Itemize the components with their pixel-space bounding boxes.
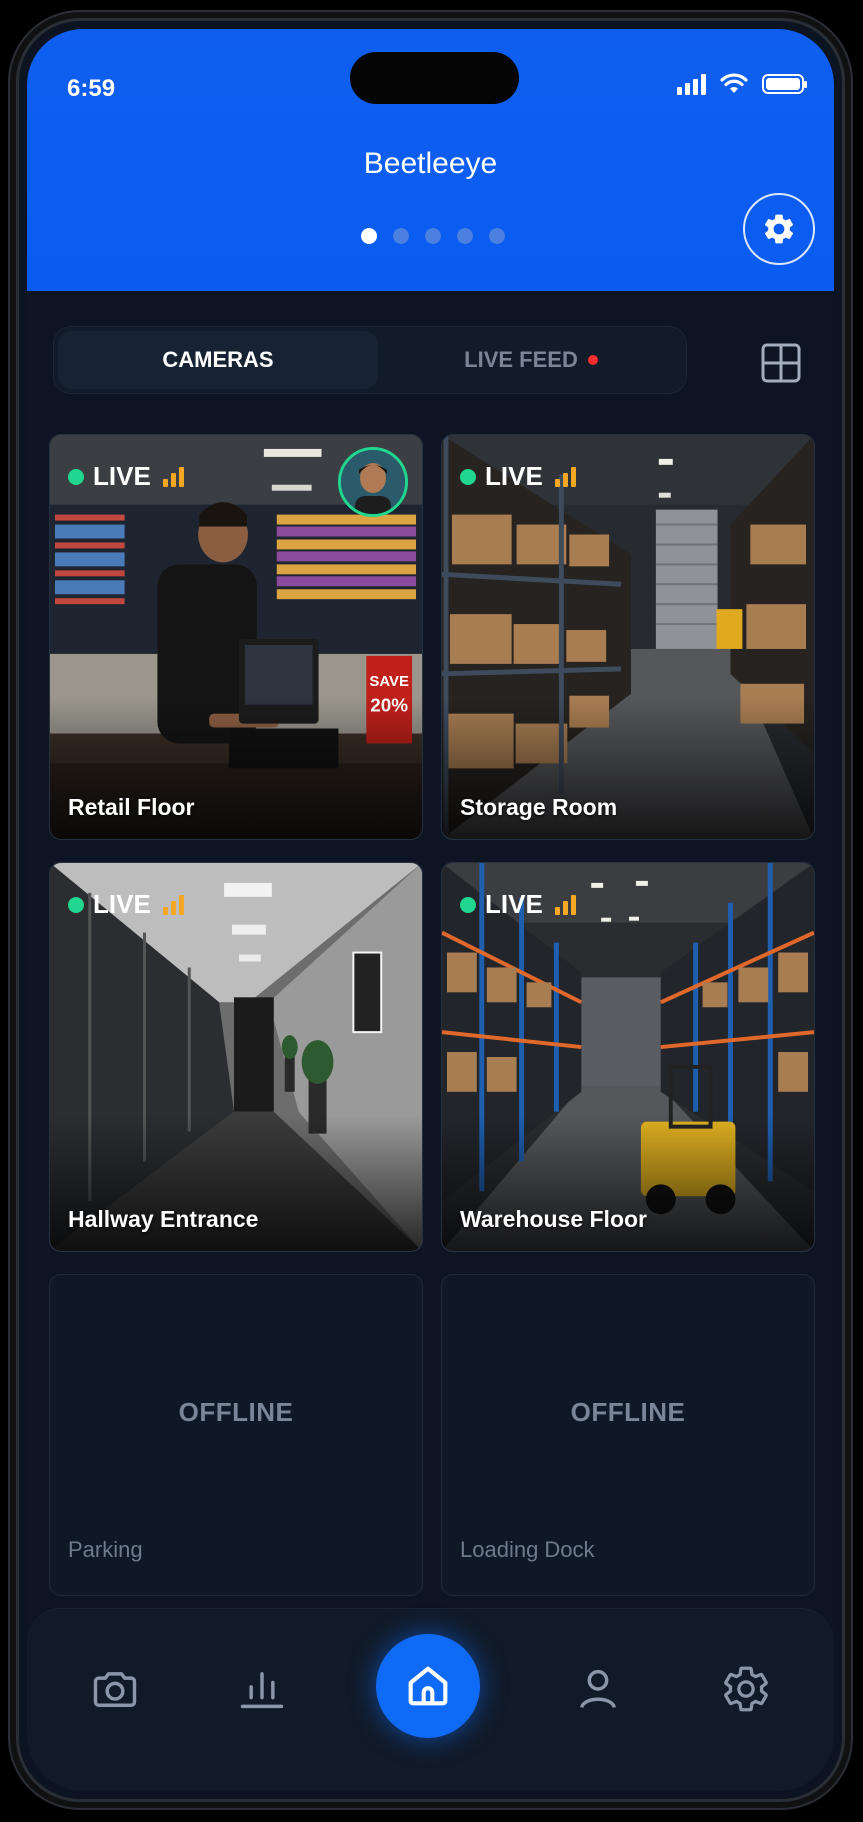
camera-card-warehouse-floor[interactable]: LIVE Warehouse Floor	[441, 862, 815, 1252]
battery-icon	[762, 74, 807, 94]
camera-card-storage-room[interactable]: LIVE Storage Room	[441, 434, 815, 840]
view-tabs: CAMERAS LIVE FEED	[53, 326, 687, 394]
signal-strength-icon	[554, 466, 576, 487]
offline-status: OFFLINE	[178, 1397, 294, 1427]
page-dot[interactable]	[425, 228, 441, 244]
camera-name: Retail Floor	[68, 794, 195, 820]
bottom-nav	[27, 1608, 834, 1791]
live-status-dot	[460, 468, 476, 485]
tab-live-feed[interactable]: LIVE FEED	[378, 331, 684, 389]
status-icons	[677, 73, 807, 95]
live-badge: LIVE	[460, 889, 576, 920]
camera-name: Hallway Entrance	[68, 1206, 259, 1232]
camera-card-retail-floor[interactable]: SAVE 20% LIVE Retail Floor	[49, 434, 423, 840]
signal-strength-icon	[162, 894, 184, 915]
page-dot[interactable]	[457, 228, 473, 244]
gear-icon	[724, 1666, 768, 1712]
camera-name: Storage Room	[460, 794, 618, 820]
live-status-dot	[460, 896, 476, 913]
offline-status: OFFLINE	[570, 1397, 686, 1427]
gear-icon	[764, 214, 794, 244]
signal-strength-icon	[162, 466, 184, 487]
live-badge: LIVE	[460, 461, 576, 492]
nav-camera[interactable]	[85, 1659, 145, 1719]
page-indicator[interactable]	[361, 228, 505, 244]
nav-settings[interactable]	[716, 1659, 776, 1719]
camera-name: Warehouse Floor	[460, 1206, 647, 1232]
home-icon	[408, 1666, 448, 1706]
page-dot[interactable]	[393, 228, 409, 244]
person-avatar[interactable]	[338, 447, 408, 517]
person-face-icon	[341, 450, 405, 514]
nav-profile[interactable]	[568, 1659, 628, 1719]
tab-cameras-label: CAMERAS	[162, 347, 274, 372]
camera-card-parking[interactable]: OFFLINE Parking	[49, 1274, 423, 1596]
tab-live-feed-label: LIVE FEED	[464, 347, 578, 372]
app-title: Beetleeye	[363, 147, 498, 180]
grid-view-button[interactable]	[761, 343, 801, 383]
dynamic-island	[350, 52, 519, 104]
camera-card-loading-dock[interactable]: OFFLINE Loading Dock	[441, 1274, 815, 1596]
live-status-dot	[68, 896, 84, 913]
camera-icon	[93, 1672, 137, 1707]
live-badge: LIVE	[68, 889, 184, 920]
status-time: 6:59	[67, 75, 116, 102]
camera-feed-image	[442, 435, 814, 839]
camera-card-hallway-entrance[interactable]: LIVE Hallway Entrance	[49, 862, 423, 1252]
live-status-dot	[68, 468, 84, 485]
nav-analytics[interactable]	[232, 1659, 292, 1719]
live-label: LIVE	[93, 461, 151, 491]
page-dot[interactable]	[489, 228, 505, 244]
cellular-signal-icon	[677, 73, 706, 95]
camera-feed-image	[442, 863, 814, 1251]
camera-feed-image	[50, 863, 422, 1251]
live-label: LIVE	[485, 889, 543, 919]
phone-frame: 6:59 Beetleeye CAMERAS LIVE FEED LIVE Re…	[16, 18, 845, 1802]
tab-cameras[interactable]: CAMERAS	[58, 331, 378, 389]
page-dot-active[interactable]	[361, 228, 377, 244]
chart-icon	[240, 1672, 284, 1709]
user-icon	[580, 1669, 616, 1709]
app-header: 6:59 Beetleeye	[27, 29, 834, 291]
camera-name: Loading Dock	[460, 1537, 595, 1562]
screen: 6:59 Beetleeye CAMERAS LIVE FEED LIVE Re…	[27, 29, 834, 1791]
wifi-icon	[720, 73, 748, 93]
live-indicator-dot	[587, 355, 598, 365]
live-badge: LIVE	[68, 461, 184, 492]
signal-strength-icon	[554, 894, 576, 915]
camera-name: Parking	[68, 1537, 143, 1562]
live-label: LIVE	[93, 889, 151, 919]
live-label: LIVE	[485, 461, 543, 491]
settings-button[interactable]	[743, 193, 815, 265]
nav-home[interactable]	[376, 1634, 480, 1738]
